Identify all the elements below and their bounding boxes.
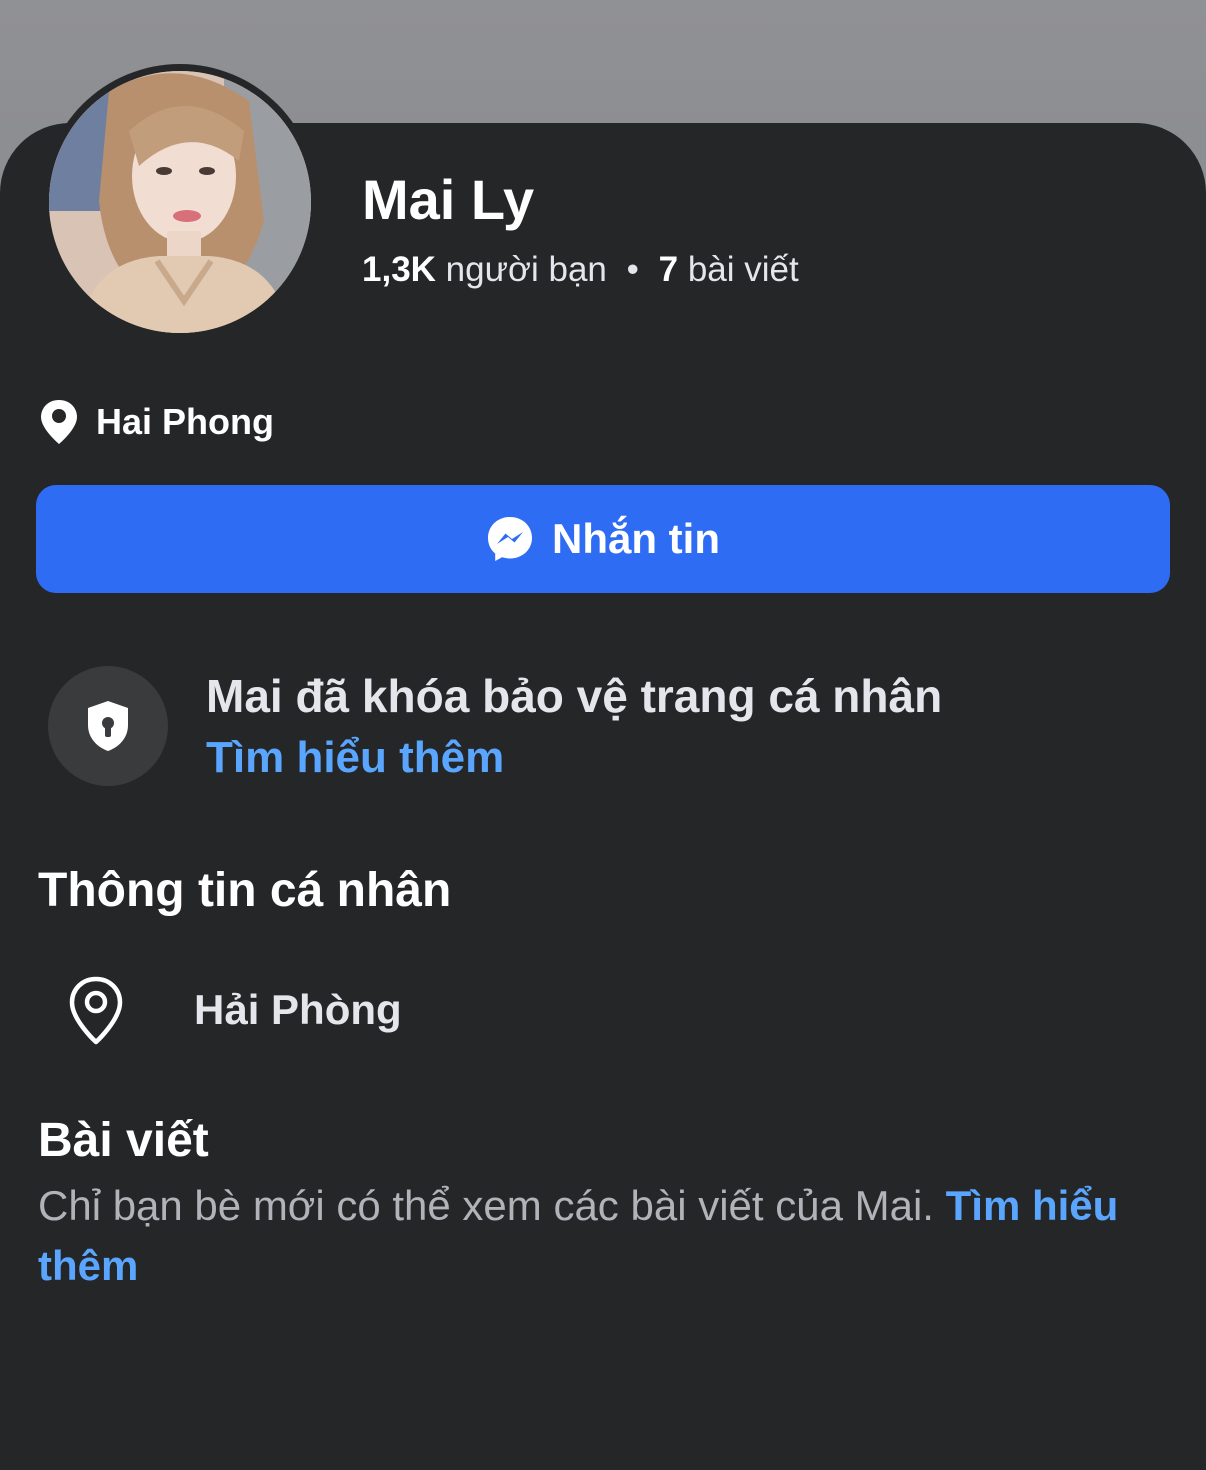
about-section-title: Thông tin cá nhân — [38, 864, 452, 917]
posts-description-text: Chỉ bạn bè mới có thể xem các bài viết c… — [38, 1182, 934, 1229]
lock-notice-text: Mai đã khóa bảo vệ trang cá nhân — [206, 670, 943, 722]
message-button[interactable]: Nhắn tin — [36, 485, 1170, 593]
location-pin-icon — [69, 976, 123, 1045]
friends-count[interactable]: 1,3K — [362, 250, 436, 289]
avatar-photo — [49, 71, 311, 333]
message-button-label: Nhắn tin — [552, 515, 720, 562]
location-text: Hai Phong — [96, 401, 274, 442]
posts-description: Chỉ bạn bè mới có thể xem các bài viết c… — [38, 1176, 1178, 1296]
shield-lock-icon — [88, 701, 128, 751]
messenger-icon — [488, 517, 532, 561]
posts-label: bài viết — [687, 250, 799, 289]
stats-separator: • — [626, 250, 639, 289]
lock-learn-more-link[interactable]: Tìm hiểu thêm — [206, 730, 504, 786]
friends-label[interactable]: người bạn — [446, 250, 607, 289]
about-location-text: Hải Phòng — [194, 986, 402, 1033]
avatar[interactable] — [42, 64, 318, 340]
posts-count: 7 — [658, 250, 679, 289]
profile-name: Mai Ly — [362, 168, 535, 231]
posts-section-title: Bài viết — [38, 1114, 209, 1167]
profile-stats: 1,3K người bạn • 7 bài viết — [362, 248, 799, 292]
profile-location: Hai Phong — [38, 396, 274, 448]
location-pin-icon — [41, 400, 77, 444]
lock-badge — [48, 666, 168, 786]
